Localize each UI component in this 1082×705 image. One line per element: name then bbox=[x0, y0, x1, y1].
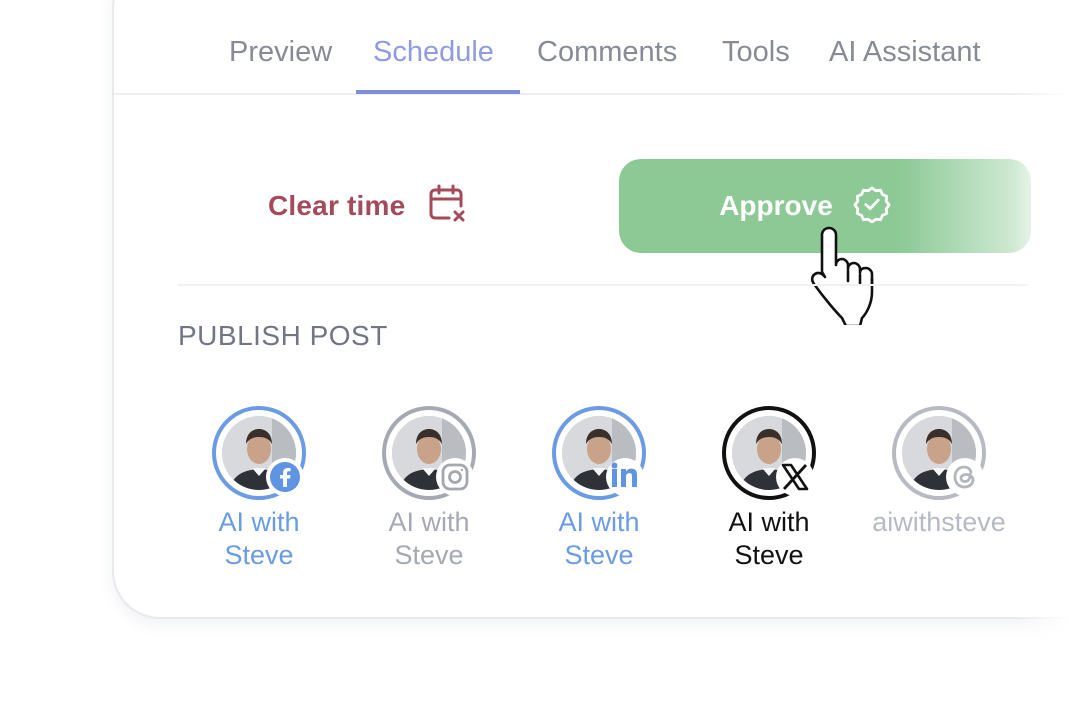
tab-schedule[interactable]: Schedule bbox=[373, 30, 494, 74]
account-name: AI with Steve bbox=[684, 506, 854, 572]
account-threads[interactable]: aiwithsteve bbox=[854, 406, 1024, 539]
account-name-line1: AI with bbox=[388, 507, 470, 537]
account-linkedin[interactable]: AI with Steve bbox=[514, 406, 684, 572]
clear-time-button[interactable]: Clear time bbox=[268, 178, 467, 234]
account-name-line2: Steve bbox=[564, 540, 634, 570]
account-name: AI with Steve bbox=[174, 506, 344, 572]
threads-icon bbox=[946, 458, 984, 496]
account-name: aiwithsteve bbox=[854, 506, 1024, 539]
avatar-ring bbox=[212, 406, 306, 500]
account-name-line1: AI with bbox=[728, 507, 810, 537]
clear-time-label: Clear time bbox=[268, 190, 406, 221]
account-name-line1: aiwithsteve bbox=[872, 507, 1006, 537]
publish-post-title: PUBLISH POST bbox=[178, 320, 388, 351]
badge-check-icon bbox=[853, 185, 891, 228]
tab-preview[interactable]: Preview bbox=[229, 30, 332, 74]
linkedin-icon bbox=[606, 458, 644, 496]
calendar-x-icon bbox=[427, 184, 467, 229]
instagram-icon bbox=[436, 458, 474, 496]
account-instagram[interactable]: AI with Steve bbox=[344, 406, 514, 572]
avatar-ring bbox=[722, 406, 816, 500]
avatar-ring bbox=[892, 406, 986, 500]
section-divider bbox=[178, 284, 1028, 286]
hand-pointer-icon bbox=[800, 225, 890, 328]
tab-tools[interactable]: Tools bbox=[722, 30, 790, 74]
avatar-ring bbox=[552, 406, 646, 500]
account-facebook[interactable]: AI with Steve bbox=[174, 406, 344, 572]
account-name-line2: Steve bbox=[224, 540, 294, 570]
account-name: AI with Steve bbox=[344, 506, 514, 572]
active-tab-indicator bbox=[356, 90, 520, 94]
account-name: AI with Steve bbox=[514, 506, 684, 572]
account-name-line2: Steve bbox=[394, 540, 464, 570]
tab-ai-assistant[interactable]: AI Assistant bbox=[829, 30, 981, 74]
avatar-ring bbox=[382, 406, 476, 500]
account-name-line1: AI with bbox=[218, 507, 300, 537]
account-name-line1: AI with bbox=[558, 507, 640, 537]
approve-label: Approve bbox=[719, 190, 833, 221]
account-x[interactable]: AI with Steve bbox=[684, 406, 854, 572]
facebook-icon bbox=[266, 458, 304, 496]
schedule-panel: Preview Schedule Comments Tools AI Assis… bbox=[0, 0, 1082, 705]
tab-comments[interactable]: Comments bbox=[537, 30, 677, 74]
tab-bar: Preview Schedule Comments Tools AI Assis… bbox=[114, 0, 1082, 95]
account-name-line2: Steve bbox=[734, 540, 804, 570]
x-icon bbox=[776, 458, 814, 496]
